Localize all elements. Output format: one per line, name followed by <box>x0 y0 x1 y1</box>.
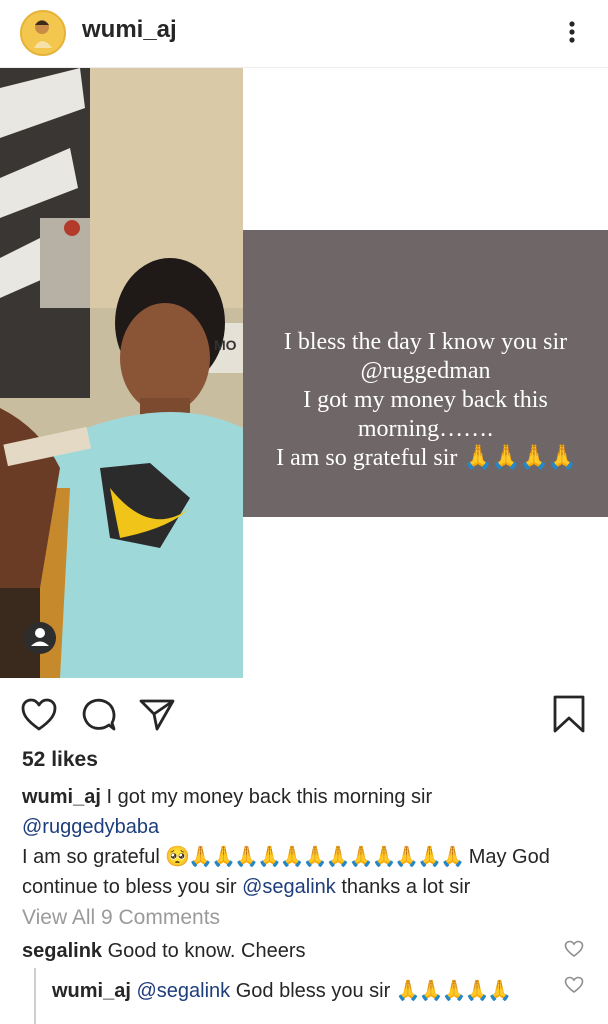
reply-emoji: 🙏🙏🙏🙏🙏 <box>395 980 513 1002</box>
reply-like-heart-icon[interactable] <box>564 976 584 994</box>
caption-mention-1[interactable]: @ruggedybaba <box>22 816 159 838</box>
overlay-line-3: I got my money back this <box>303 387 548 413</box>
view-all-comments-link[interactable]: View All 9 Comments <box>22 906 220 930</box>
shirt-sign-text: MO <box>214 337 237 353</box>
overlay-line-4: morning……. <box>357 416 494 442</box>
send-icon[interactable] <box>138 698 176 732</box>
post-media[interactable]: MO I bless the day I know you sir @rugge… <box>0 68 608 678</box>
more-vertical-icon[interactable] <box>560 14 584 50</box>
comment-username[interactable]: segalink <box>22 940 102 962</box>
post-author-username[interactable]: wumi_aj <box>82 16 177 44</box>
comment-text: Good to know. Cheers <box>107 940 306 962</box>
avatar[interactable] <box>20 10 66 56</box>
caption-emoji: 🥺🙏🙏🙏🙏🙏🙏🙏🙏🙏🙏🙏🙏 <box>165 846 465 868</box>
comment-like-heart-icon[interactable] <box>564 940 584 958</box>
caption-text-1: I got my money back this morning sir <box>106 786 433 808</box>
reply-text: God bless you sir <box>235 980 391 1002</box>
reply-row: wumi_aj @segalink God bless you sir 🙏🙏🙏🙏… <box>52 978 513 1003</box>
overlay-line-5-text: I am so grateful sir <box>276 445 458 471</box>
caption-text-4: thanks a lot sir <box>341 876 471 898</box>
selfie-photo: MO <box>0 68 243 678</box>
caption-text-2: I am so grateful <box>22 846 160 868</box>
heart-icon[interactable] <box>20 696 58 734</box>
overlay-emoji: 🙏🙏🙏🙏 <box>463 445 577 471</box>
comment-icon[interactable] <box>80 696 118 734</box>
comment-row: segalink Good to know. Cheers <box>22 940 306 963</box>
caption-username[interactable]: wumi_aj <box>22 786 101 808</box>
reply-thread-line <box>34 968 36 1024</box>
overlay-line-1: I bless the day I know you sir <box>283 329 568 355</box>
post-caption: wumi_aj I got my money back this morning… <box>22 782 592 902</box>
photo-illustration: MO <box>0 68 243 678</box>
action-bar <box>0 690 608 740</box>
overlay-line-5: I am so grateful sir 🙏🙏🙏🙏 <box>253 444 598 473</box>
post-header: wumi_aj <box>0 0 608 68</box>
text-overlay-box: I bless the day I know you sir @ruggedma… <box>243 230 608 517</box>
avatar-illustration <box>22 12 64 54</box>
caption-mention-2[interactable]: @segalink <box>242 876 336 898</box>
overlay-line-2: @ruggedman <box>360 358 491 384</box>
like-count[interactable]: 52 likes <box>22 748 98 772</box>
reply-mention[interactable]: @segalink <box>136 980 230 1002</box>
reply-username[interactable]: wumi_aj <box>52 980 131 1002</box>
bookmark-icon[interactable] <box>552 694 586 734</box>
